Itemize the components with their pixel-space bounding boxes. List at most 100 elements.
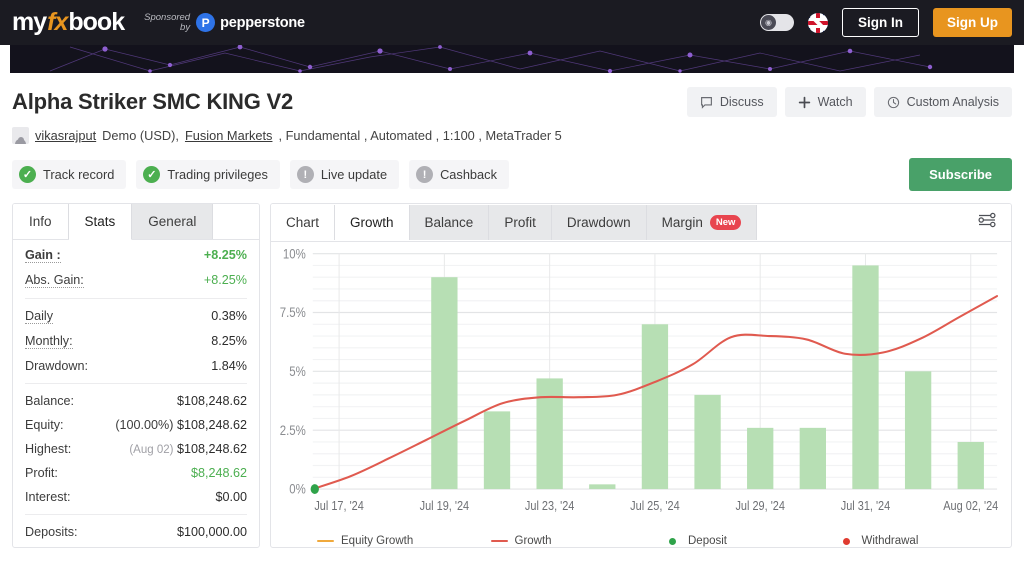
avatar bbox=[12, 127, 29, 144]
svg-text:Jul 19, '24: Jul 19, '24 bbox=[420, 498, 470, 513]
legend-dot-marker bbox=[669, 537, 676, 545]
discuss-label: Discuss bbox=[719, 95, 764, 109]
logo-text-fx: fx bbox=[47, 8, 68, 36]
legend-withdrawal[interactable]: Withdrawal bbox=[838, 535, 1012, 547]
sponsored-label-group: Sponsored by bbox=[142, 12, 191, 33]
badge-trading-privileges[interactable]: ✓ Trading privileges bbox=[136, 160, 280, 189]
legend-equity-growth[interactable]: Equity Growth bbox=[317, 535, 491, 547]
stat-row-balance: Balance: $108,248.62 bbox=[25, 389, 247, 413]
growth-chart[interactable]: 0% 2.5% 5% 7.5% 10% Jul 17, '24 Jul 19, '24 Jul… bbox=[271, 242, 1011, 531]
decorative-banner bbox=[10, 45, 1014, 73]
stat-row-gain: Gain : +8.25% bbox=[25, 243, 247, 268]
topbar-right-controls: ◉ Sign In Sign Up bbox=[760, 8, 1012, 37]
watch-button[interactable]: Watch bbox=[784, 87, 866, 117]
watch-label: Watch bbox=[817, 95, 853, 109]
legend-dot-marker bbox=[842, 537, 850, 545]
stat-row-interest: Interest: $0.00 bbox=[25, 485, 247, 509]
stats-tabs: Info Stats General bbox=[13, 204, 259, 240]
stat-label: Equity: bbox=[25, 418, 64, 432]
stat-label: Interest: bbox=[25, 490, 71, 504]
stat-value-wrap: (Aug 02) $108,248.62 bbox=[129, 442, 247, 456]
username-link[interactable]: vikasrajput bbox=[35, 128, 96, 143]
stat-label[interactable]: Daily bbox=[25, 309, 53, 324]
tab-growth[interactable]: Growth bbox=[335, 205, 410, 240]
tab-balance[interactable]: Balance bbox=[409, 205, 490, 240]
chart-tabs: Chart Growth Balance Profit Drawdown Mar… bbox=[271, 204, 1011, 242]
svg-text:5%: 5% bbox=[289, 364, 306, 379]
stat-value: $108,248.62 bbox=[176, 442, 247, 456]
tab-general[interactable]: General bbox=[132, 204, 214, 239]
stat-value: 0.38% bbox=[211, 309, 247, 323]
plus-icon bbox=[798, 96, 810, 108]
divider bbox=[25, 514, 247, 515]
svg-text:7.5%: 7.5% bbox=[280, 305, 306, 320]
tab-info[interactable]: Info bbox=[13, 204, 69, 239]
chart-legend: Equity Growth Growth Deposit Withdrawal bbox=[271, 531, 1011, 547]
stat-label: Deposits: bbox=[25, 525, 78, 539]
legend-label: Equity Growth bbox=[341, 535, 414, 547]
stat-row-equity: Equity: (100.00%) $108,248.62 bbox=[25, 413, 247, 437]
sign-in-button[interactable]: Sign In bbox=[842, 8, 919, 37]
tab-drawdown[interactable]: Drawdown bbox=[551, 205, 647, 240]
stats-panel: Info Stats General Gain : +8.25% Abs. Ga… bbox=[12, 203, 260, 548]
clock-icon bbox=[887, 96, 899, 108]
chart-settings-button[interactable] bbox=[963, 204, 1011, 241]
badge-live-update[interactable]: ! Live update bbox=[289, 160, 400, 189]
stat-row-monthly: Monthly: 8.25% bbox=[25, 329, 247, 354]
check-circle-icon: ✓ bbox=[19, 166, 36, 183]
tab-stats[interactable]: Stats bbox=[68, 204, 133, 240]
badge-label: Live update bbox=[320, 167, 388, 182]
account-type-label: Demo (USD), bbox=[102, 128, 179, 143]
sign-up-button[interactable]: Sign Up bbox=[933, 8, 1012, 37]
main-content: Info Stats General Gain : +8.25% Abs. Ga… bbox=[0, 191, 1024, 548]
stat-row-withdrawals: Withdrawals: $0.00 bbox=[25, 544, 247, 547]
tab-label: Drawdown bbox=[566, 215, 631, 230]
stat-label: Highest: bbox=[25, 442, 72, 456]
tab-label: Balance bbox=[424, 215, 474, 230]
tab-margin[interactable]: Margin New bbox=[646, 204, 758, 241]
tab-label: Chart bbox=[286, 215, 320, 230]
broker-link[interactable]: Fusion Markets bbox=[185, 128, 272, 143]
stat-value: $8,248.62 bbox=[190, 466, 247, 480]
header-actions: Discuss Watch Custom Analysis bbox=[686, 87, 1012, 117]
tab-profit[interactable]: Profit bbox=[489, 205, 552, 240]
subscribe-button[interactable]: Subscribe bbox=[909, 158, 1012, 191]
badge-label: Cashback bbox=[440, 167, 497, 182]
stats-body: Gain : +8.25% Abs. Gain: +8.25% Daily 0.… bbox=[13, 240, 259, 547]
stat-row-abs-gain: Abs. Gain: +8.25% bbox=[25, 268, 247, 293]
legend-growth[interactable]: Growth bbox=[490, 535, 665, 547]
dark-mode-toggle[interactable]: ◉ bbox=[760, 14, 794, 31]
svg-text:Jul 29, '24: Jul 29, '24 bbox=[735, 498, 785, 513]
myfxbook-logo[interactable]: my fx book bbox=[12, 8, 125, 37]
svg-text:2.5%: 2.5% bbox=[280, 423, 306, 438]
uk-flag-icon[interactable] bbox=[808, 12, 828, 33]
badge-track-record[interactable]: ✓ Track record bbox=[12, 160, 127, 189]
logo-text-my: my bbox=[12, 8, 47, 36]
account-meta-row: vikasrajput Demo (USD), Fusion Markets ,… bbox=[0, 117, 1024, 144]
custom-analysis-button[interactable]: Custom Analysis bbox=[873, 87, 1012, 117]
legend-label: Deposit bbox=[688, 535, 727, 547]
badge-cashback[interactable]: ! Cashback bbox=[409, 160, 509, 189]
stat-label[interactable]: Gain : bbox=[25, 248, 61, 263]
stat-label[interactable]: Monthly: bbox=[25, 334, 73, 349]
comment-icon bbox=[700, 96, 712, 109]
legend-deposit[interactable]: Deposit bbox=[664, 535, 838, 547]
discuss-button[interactable]: Discuss bbox=[686, 87, 777, 117]
exclamation-circle-icon: ! bbox=[416, 166, 434, 183]
stat-value: 1.84% bbox=[211, 359, 247, 373]
legend-label: Withdrawal bbox=[861, 535, 919, 547]
stat-row-deposits: Deposits: $100,000.00 bbox=[25, 520, 247, 544]
svg-text:Jul 31, '24: Jul 31, '24 bbox=[841, 498, 891, 513]
tab-chart[interactable]: Chart bbox=[271, 205, 336, 240]
stat-row-profit: Profit: $8,248.62 bbox=[25, 461, 247, 485]
stat-label: Drawdown: bbox=[25, 359, 88, 373]
chart-canvas: 0% 2.5% 5% 7.5% 10% Jul 17, '24 Jul 19, '24 Jul… bbox=[280, 246, 999, 513]
stat-row-daily: Daily 0.38% bbox=[25, 304, 247, 329]
stat-value: 8.25% bbox=[211, 334, 247, 348]
pepperstone-logo[interactable]: P pepperstone bbox=[196, 13, 305, 32]
stat-value: +8.25% bbox=[203, 273, 247, 287]
sponsor-block: Sponsored by P pepperstone bbox=[142, 12, 305, 33]
sponsored-by-label: by bbox=[180, 21, 191, 33]
stat-label[interactable]: Abs. Gain: bbox=[25, 273, 84, 288]
exclamation-circle-icon: ! bbox=[296, 166, 314, 183]
